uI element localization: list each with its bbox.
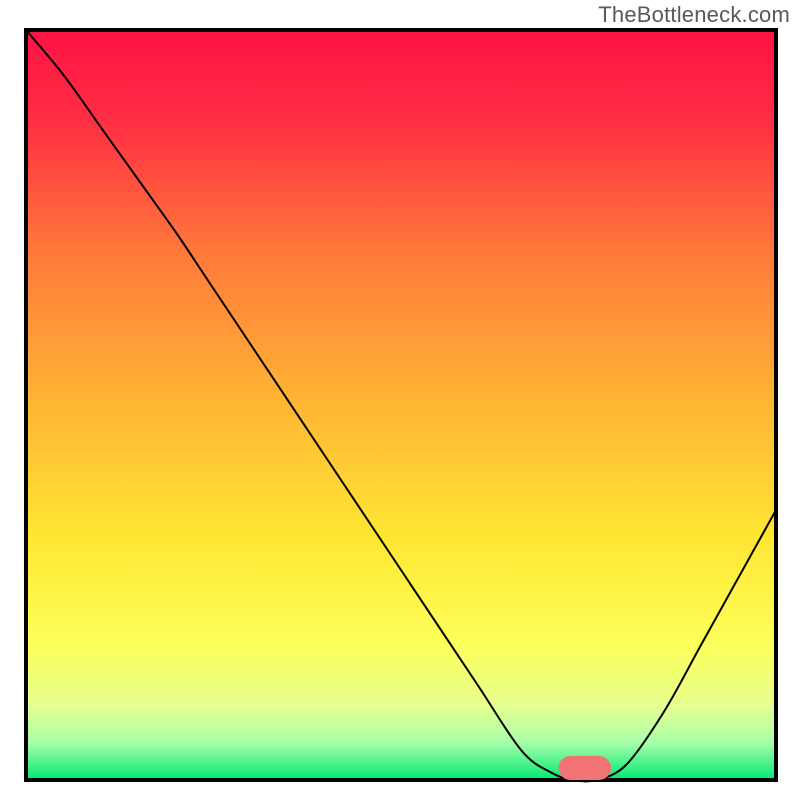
- chart-svg: [23, 27, 779, 783]
- optimal-marker: [559, 756, 612, 780]
- chart-plot-area: [23, 27, 779, 783]
- chart-background-gradient: [26, 30, 776, 780]
- watermark-text: TheBottleneck.com: [598, 2, 790, 28]
- chart-container: TheBottleneck.com: [0, 0, 800, 800]
